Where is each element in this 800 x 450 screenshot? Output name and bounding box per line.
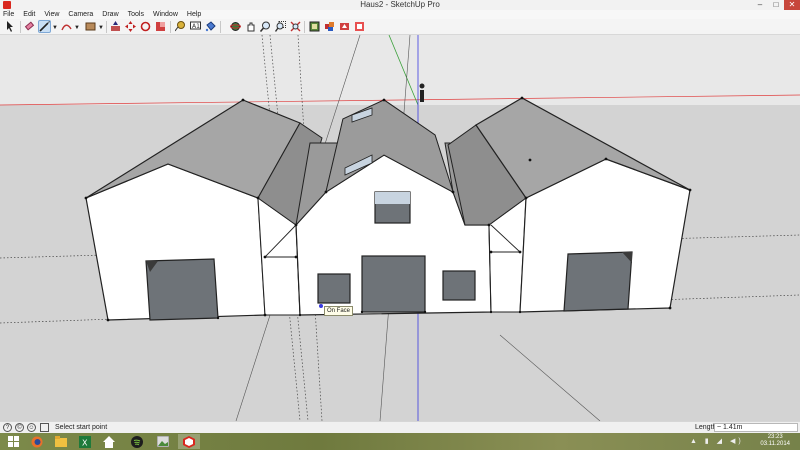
menu-draw[interactable]: Draw xyxy=(102,10,118,19)
minimize-button[interactable]: – xyxy=(752,0,768,10)
tape-measure-icon[interactable] xyxy=(174,20,187,33)
clock-time: 23:23 xyxy=(767,434,783,440)
inference-tooltip: On Face xyxy=(324,306,354,316)
clock[interactable]: 23:23 03.11.2014 xyxy=(760,434,790,448)
move-icon[interactable] xyxy=(124,20,137,33)
garage-door-left xyxy=(145,258,219,321)
system-tray: ▲ ▮ ◢ ◀) 23:23 03.11.2014 xyxy=(690,433,800,450)
tray-icons[interactable]: ▲ ▮ ◢ ◀) xyxy=(690,437,744,445)
garage-door-right xyxy=(563,251,633,312)
clock-date: 03.11.2014 xyxy=(760,441,790,447)
zoom-extents-icon[interactable] xyxy=(289,20,302,33)
geolocation-icon[interactable]: ? xyxy=(3,423,12,432)
status-bar: ? © ☺ Select start point Length ~ 1.41m xyxy=(0,421,800,433)
windows-taskbar: X ▲ ▮ ◢ ◀) 23:23 03.11.2014 xyxy=(0,433,800,450)
menu-file[interactable]: File xyxy=(3,10,14,19)
shape-dropdown-chevron-down-icon[interactable]: ▼ xyxy=(98,25,104,31)
warehouse-icon[interactable] xyxy=(308,20,321,33)
share-model-icon[interactable] xyxy=(338,20,351,33)
scene-canvas[interactable] xyxy=(0,35,800,421)
eraser-icon[interactable] xyxy=(23,20,36,33)
firefox-icon[interactable] xyxy=(26,434,48,449)
arc-dropdown-chevron-down-icon[interactable]: ▼ xyxy=(74,25,80,31)
instructor-icon[interactable] xyxy=(40,423,49,432)
svg-text:A1: A1 xyxy=(192,23,200,30)
modeling-viewport[interactable]: On Face xyxy=(0,35,800,421)
spotify-icon[interactable] xyxy=(126,434,148,449)
layout-icon[interactable] xyxy=(353,20,366,33)
zoom-window-icon[interactable] xyxy=(274,20,287,33)
rotate-icon[interactable] xyxy=(139,20,152,33)
status-hint: Select start point xyxy=(55,424,108,431)
arc-icon[interactable] xyxy=(60,20,73,33)
measurements-input[interactable]: ~ 1.41m xyxy=(714,423,798,432)
scale-icon[interactable] xyxy=(154,20,167,33)
credits-icon[interactable]: © xyxy=(15,423,24,432)
line-dropdown-chevron-down-icon[interactable]: ▼ xyxy=(52,25,58,31)
menu-bar: File Edit View Camera Draw Tools Window … xyxy=(0,10,800,19)
excel-icon[interactable]: X xyxy=(74,434,96,449)
menu-help[interactable]: Help xyxy=(187,10,201,19)
inference-point xyxy=(319,304,323,308)
maximize-button[interactable]: □ xyxy=(768,0,784,10)
menu-camera[interactable]: Camera xyxy=(68,10,93,19)
window-left xyxy=(317,273,351,304)
svg-text:X: X xyxy=(82,438,88,447)
main-toolbar: ▼ ▼ ▼ A1 xyxy=(0,19,800,35)
menu-edit[interactable]: Edit xyxy=(23,10,35,19)
line-icon[interactable] xyxy=(38,20,51,33)
menu-view[interactable]: View xyxy=(44,10,59,19)
push-pull-icon[interactable] xyxy=(109,20,122,33)
scale-figure xyxy=(419,83,425,102)
window-controls: – □ ✕ xyxy=(752,0,800,10)
gable-window-glass xyxy=(375,192,410,204)
close-button[interactable]: ✕ xyxy=(784,0,800,10)
zoom-icon[interactable] xyxy=(259,20,272,33)
window-right xyxy=(442,270,476,301)
rectangle-icon[interactable] xyxy=(84,20,97,33)
menu-tools[interactable]: Tools xyxy=(128,10,144,19)
orbit-icon[interactable] xyxy=(229,20,242,33)
menu-window[interactable]: Window xyxy=(153,10,178,19)
pictures-icon[interactable] xyxy=(152,434,174,449)
text-icon[interactable]: A1 xyxy=(189,20,202,33)
windows-start-icon[interactable] xyxy=(2,434,24,449)
window-title: Haus2 - SketchUp Pro xyxy=(360,0,440,9)
extension-warehouse-icon[interactable] xyxy=(323,20,336,33)
home-icon[interactable] xyxy=(98,434,120,449)
main-door xyxy=(361,255,426,313)
pan-icon[interactable] xyxy=(244,20,257,33)
user-icon[interactable]: ☺ xyxy=(27,423,36,432)
paint-bucket-icon[interactable] xyxy=(204,20,217,33)
file-explorer-icon[interactable] xyxy=(50,434,72,449)
select-icon[interactable] xyxy=(4,20,17,33)
sketchup-icon[interactable] xyxy=(178,434,200,449)
sky xyxy=(0,35,800,105)
